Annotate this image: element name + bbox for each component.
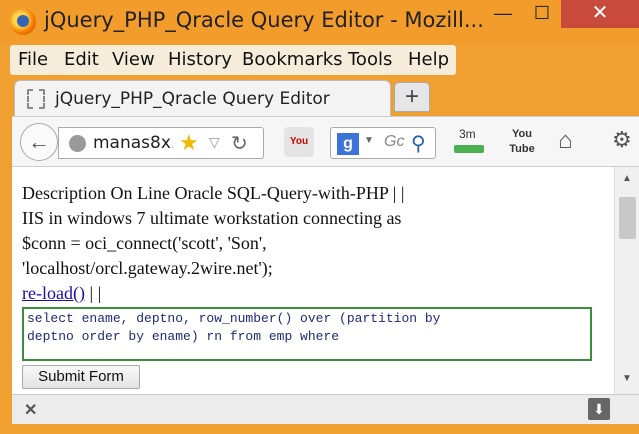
reload-link[interactable]: re-load() [22,283,85,303]
url-bar[interactable]: manas8x. ★ ▽ ↻ [58,127,264,159]
google-icon[interactable]: g [337,133,359,155]
scroll-down-icon[interactable]: ▼ [622,373,632,384]
description-line: $conn = oci_connect('scott', 'Son', [22,233,267,253]
maximize-button[interactable]: ☐ [527,0,557,28]
description-line: Description On Line Oracle SQL-Query-wit… [22,183,405,203]
menu-bar: File Edit View History Bookmarks Tools H… [10,45,456,75]
star-icon[interactable]: ★ [179,130,199,156]
youtube-extension-icon[interactable]: You Tube [508,127,536,157]
description-text: Description On Line Oracle SQL-Query-wit… [22,181,597,306]
back-arrow-icon: ← [28,129,50,154]
minimize-button[interactable]: — [488,0,518,28]
description-line: IIS in windows 7 ultimate workstation co… [22,208,402,228]
page-content: Description On Line Oracle SQL-Query-wit… [12,166,639,394]
download-icon[interactable]: ⬇ [588,398,610,420]
threem-label: 3m [459,127,476,141]
globe-icon [69,135,86,152]
scroll-thumb[interactable] [619,197,636,239]
new-tab-button[interactable]: + [394,82,430,112]
url-text[interactable]: manas8x. [93,133,173,153]
search-engine-dropdown-icon[interactable]: ▼ [364,135,374,146]
menu-help[interactable]: Help [408,49,449,70]
close-window-button[interactable]: ✕ [561,0,639,28]
home-icon[interactable]: ⌂ [558,127,573,155]
search-icon[interactable]: ⚲ [411,131,426,156]
menu-history[interactable]: History [168,49,232,70]
description-line: 'localhost/orcl.gateway.2wire.net'); [22,258,273,278]
threem-bar-icon [454,145,484,153]
navigation-toolbar: ← manas8x. ★ ▽ ↻ You g ▼ Gc ⚲ 3m You Tub… [12,116,639,166]
menu-file[interactable]: File [18,49,48,70]
tab-active[interactable]: jQuery_PHP_Qracle Query Editor [14,80,391,117]
close-icon[interactable]: ✕ [24,400,37,420]
extension-icon[interactable]: ⚙ [612,127,632,153]
dropdown-icon[interactable]: ▽ [209,134,220,151]
menu-edit[interactable]: Edit [64,49,99,70]
window-title: jQuery_PHP_Qracle Query Editor - Mozill.… [44,8,484,32]
threem-extension-button[interactable]: 3m [452,127,486,157]
vertical-scrollbar[interactable]: ▲ ▼ [614,167,639,394]
back-button[interactable]: ← [20,123,58,161]
menu-tools[interactable]: Tools [348,49,392,70]
bottom-bar: ✕ ⬇ [12,394,639,424]
submit-button[interactable]: Submit Form [22,365,140,389]
reload-suffix: | | [84,283,102,303]
search-input[interactable]: Gc [384,133,404,151]
reload-row: re-load() | | [22,281,597,306]
search-bar[interactable]: g ▼ Gc ⚲ [330,127,436,159]
youtube-icon[interactable]: You [284,127,314,157]
menu-bookmarks[interactable]: Bookmarks [242,49,343,70]
title-bar: jQuery_PHP_Qracle Query Editor - Mozill.… [0,0,639,44]
firefox-logo-icon [10,9,36,35]
tab-label: jQuery_PHP_Qracle Query Editor [55,89,330,109]
reload-icon[interactable]: ↻ [231,131,248,156]
scroll-up-icon[interactable]: ▲ [622,173,632,184]
menu-view[interactable]: View [112,49,155,70]
page-icon [27,89,45,109]
query-textarea[interactable]: select ename, deptno, row_number() over … [22,307,592,361]
